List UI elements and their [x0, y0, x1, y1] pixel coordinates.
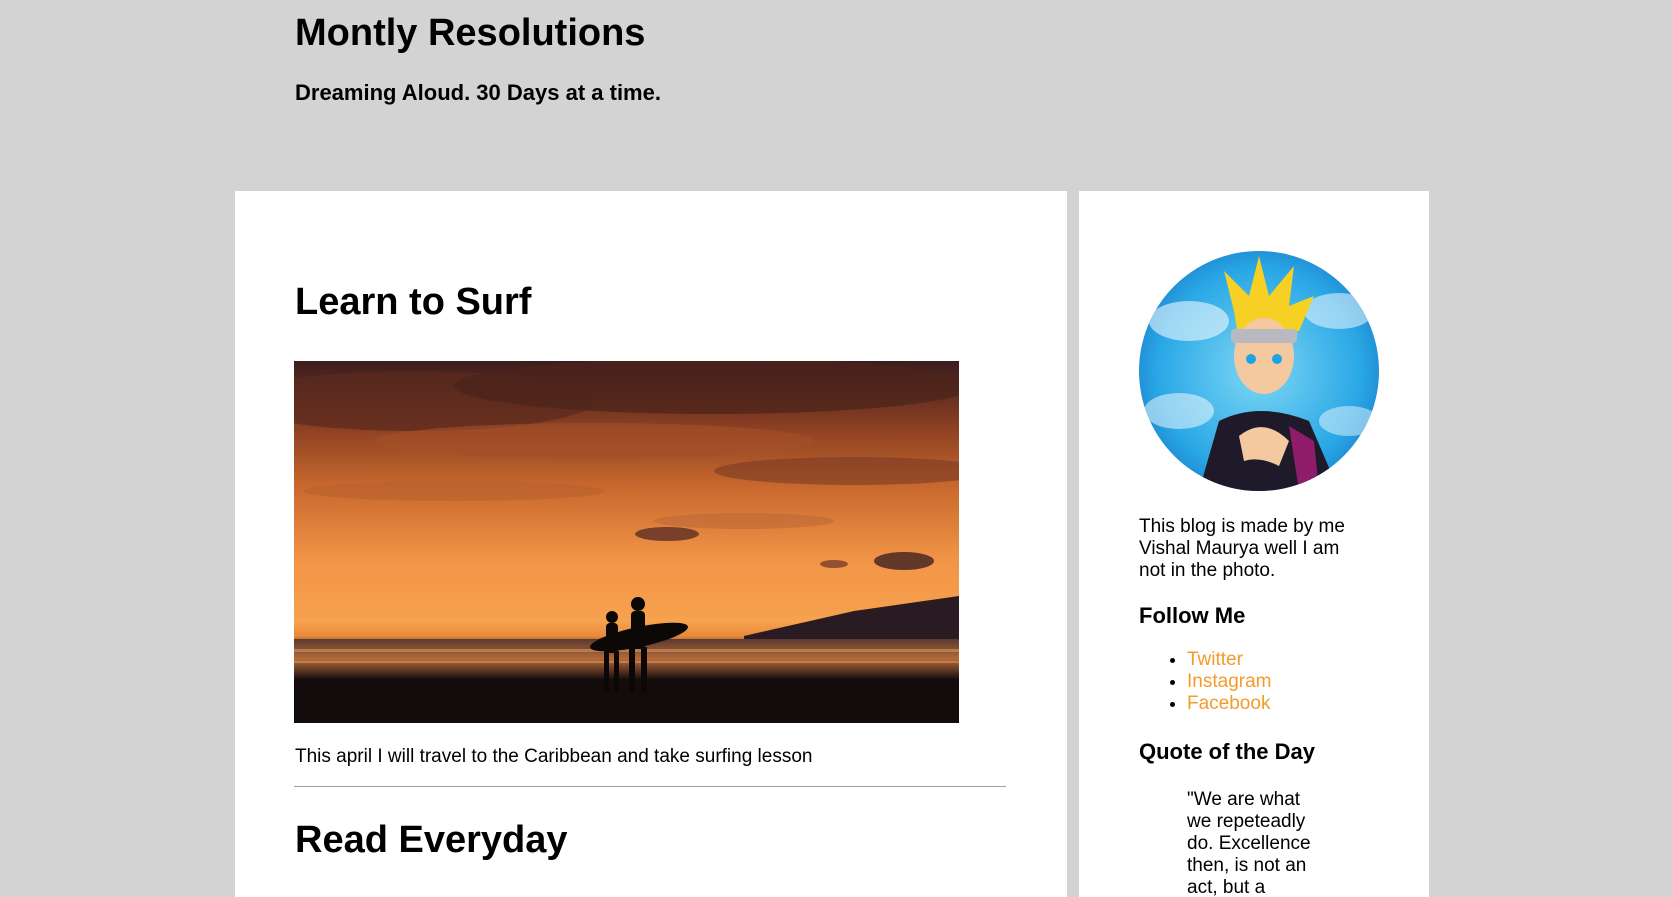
list-item: Twitter: [1187, 649, 1271, 671]
post-title-read-everyday: Read Everyday: [295, 819, 568, 861]
list-item: Facebook: [1187, 693, 1271, 715]
main-content-card: Learn to Surf This april I will travel t…: [235, 191, 1067, 897]
bio-text: This blog is made by me Vishal Maurya we…: [1139, 516, 1345, 581]
site-tagline: Dreaming Aloud. 30 Days at a time.: [295, 80, 661, 105]
list-item: Instagram: [1187, 671, 1271, 693]
surf-sunset-image: [294, 361, 959, 723]
instagram-link[interactable]: Instagram: [1187, 671, 1271, 692]
site-title: Montly Resolutions: [295, 12, 646, 54]
quote-heading: Quote of the Day: [1139, 739, 1316, 764]
quote-text: "We are what we repeteadly do. Excellenc…: [1187, 789, 1311, 897]
sidebar-card: This blog is made by me Vishal Maurya we…: [1079, 191, 1429, 897]
post-divider: [294, 786, 1006, 787]
post-title-learn-to-surf: Learn to Surf: [295, 281, 532, 323]
avatar: [1139, 251, 1379, 491]
facebook-link[interactable]: Facebook: [1187, 693, 1270, 714]
social-links-list: Twitter Instagram Facebook: [1139, 649, 1271, 715]
post-description: This april I will travel to the Caribbea…: [295, 746, 813, 767]
follow-me-heading: Follow Me: [1139, 603, 1246, 628]
twitter-link[interactable]: Twitter: [1187, 649, 1243, 670]
